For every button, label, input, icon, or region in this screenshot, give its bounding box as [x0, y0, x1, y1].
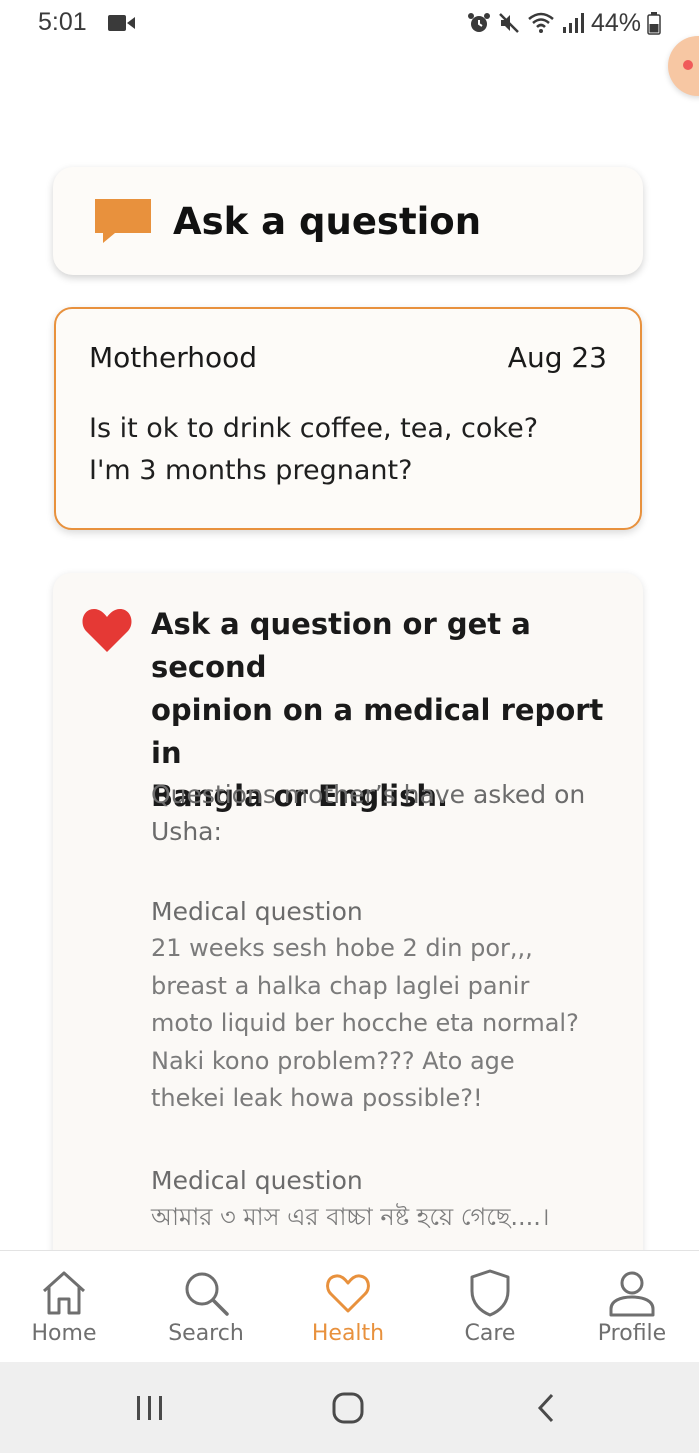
question-category: Motherhood — [89, 341, 258, 374]
heart-icon — [82, 609, 132, 652]
sample-question: Medical question 21 weeks sesh hobe 2 di… — [151, 893, 621, 1118]
nav-search[interactable]: Search — [146, 1251, 266, 1363]
nav-home[interactable]: Home — [4, 1251, 124, 1363]
ask-question-button[interactable]: Ask a question — [53, 167, 643, 275]
shield-icon — [470, 1269, 510, 1317]
system-nav-bar — [0, 1362, 699, 1453]
back-chevron-icon — [537, 1393, 554, 1422]
home-icon — [42, 1271, 86, 1315]
question-card[interactable]: Motherhood Aug 23 Is it ok to drink coff… — [54, 307, 642, 530]
nav-health[interactable]: Health — [288, 1251, 408, 1363]
person-icon — [609, 1271, 655, 1317]
home-system-button[interactable] — [298, 1362, 398, 1453]
search-icon — [185, 1272, 229, 1316]
heart-icon — [326, 1274, 370, 1313]
sample-question-body: 21 weeks sesh hobe 2 din por,,, breast a… — [151, 934, 579, 1112]
nav-profile[interactable]: Profile — [572, 1251, 692, 1363]
recents-button[interactable] — [100, 1362, 200, 1453]
main-content: Ask a question Motherhood Aug 23 Is it o… — [0, 0, 699, 1250]
info-subtitle: Questions mother’s have asked on Usha: — [151, 780, 586, 846]
home-circle-icon — [332, 1392, 364, 1423]
info-card: Ask a question or get a second opinion o… — [53, 573, 643, 1250]
question-date: Aug 23 — [507, 341, 607, 374]
recents-icon — [137, 1395, 162, 1420]
nav-care[interactable]: Care — [430, 1251, 550, 1363]
sample-question-label: Medical question — [151, 1166, 363, 1195]
back-button[interactable] — [496, 1362, 596, 1453]
sample-question: Medical question আমার ৩ মাস এর বাচ্চা নষ… — [151, 1162, 621, 1237]
question-text: Is it ok to drink coffee, tea, coke? I'm… — [89, 413, 539, 486]
ask-question-label: Ask a question — [173, 199, 482, 243]
sample-question-body: আমার ৩ মাস এর বাচ্চা নষ্ট হয়ে গেছে....। — [151, 1203, 550, 1231]
bottom-nav: Home Search Health Care Profile — [0, 1250, 699, 1363]
chat-bubble-icon — [95, 199, 151, 243]
sample-question-label: Medical question — [151, 897, 363, 926]
